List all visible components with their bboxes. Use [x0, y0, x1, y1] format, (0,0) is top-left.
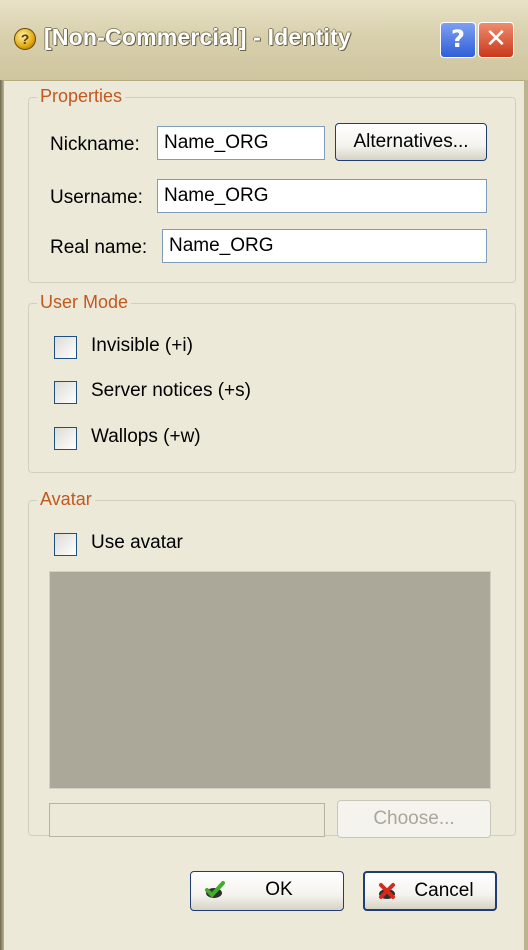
- cancel-label: Cancel: [414, 880, 474, 901]
- server-notices-checkbox[interactable]: [54, 381, 77, 404]
- nickname-field[interactable]: Name_ORG: [157, 126, 325, 160]
- window-border-right: [524, 80, 528, 950]
- wallops-label[interactable]: Wallops (+w): [91, 426, 201, 448]
- avatar-legend: Avatar: [37, 489, 95, 510]
- cancel-button[interactable]: Cancel: [363, 871, 497, 911]
- use-avatar-checkbox[interactable]: [54, 533, 77, 556]
- user-mode-group: User Mode Invisible (+i) Server notices …: [28, 292, 516, 473]
- green-check-icon: [205, 881, 225, 898]
- server-notices-label[interactable]: Server notices (+s): [91, 380, 251, 402]
- app-icon[interactable]: ?: [14, 28, 36, 50]
- realname-field[interactable]: Name_ORG: [162, 229, 487, 263]
- realname-label: Real name:: [50, 237, 148, 258]
- ok-button[interactable]: OK: [190, 871, 344, 911]
- window-title: [Non-Commercial] - Identity: [44, 24, 351, 50]
- nickname-label: Nickname:: [50, 134, 140, 155]
- avatar-preview: [49, 571, 491, 789]
- avatar-group: Avatar Use avatar Choose...: [28, 489, 516, 838]
- close-button[interactable]: ✕: [478, 22, 514, 58]
- user-mode-legend: User Mode: [37, 292, 132, 313]
- help-button[interactable]: ?: [440, 22, 476, 58]
- ok-label: OK: [265, 879, 293, 900]
- identity-dialog: ? [Non-Commercial] - Identity ? ✕ Proper…: [0, 0, 528, 950]
- alternatives-button[interactable]: Alternatives...: [335, 123, 487, 161]
- dialog-body: Properties Nickname: Name_ORG Alternativ…: [4, 81, 524, 950]
- avatar-path-field: [49, 803, 325, 837]
- wallops-checkbox[interactable]: [54, 427, 77, 450]
- red-x-icon: [379, 883, 395, 899]
- invisible-checkbox[interactable]: [54, 336, 77, 359]
- username-label: Username:: [50, 187, 143, 208]
- use-avatar-label[interactable]: Use avatar: [91, 532, 183, 554]
- invisible-label[interactable]: Invisible (+i): [91, 335, 193, 357]
- properties-group: Properties Nickname: Name_ORG Alternativ…: [28, 86, 516, 283]
- title-bar[interactable]: ? [Non-Commercial] - Identity ? ✕: [0, 0, 528, 81]
- username-field[interactable]: Name_ORG: [157, 179, 487, 213]
- properties-legend: Properties: [37, 86, 126, 107]
- choose-button[interactable]: Choose...: [337, 800, 491, 838]
